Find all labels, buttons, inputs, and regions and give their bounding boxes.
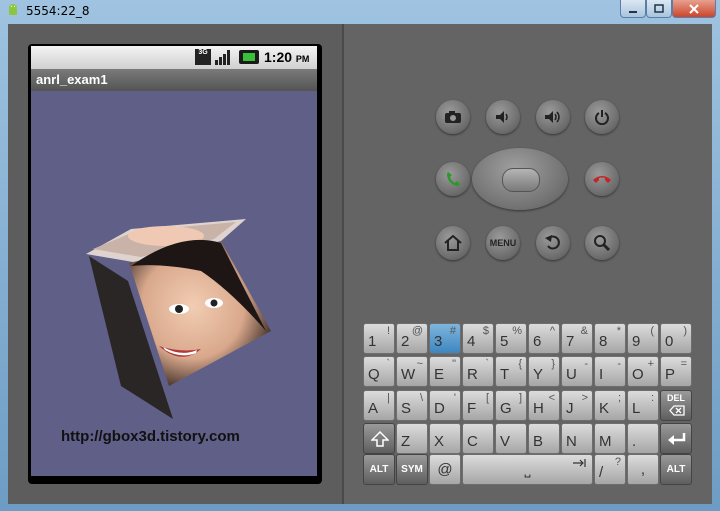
qwerty-keyboard: 1! 2 @ 3 # 4 $ 5% 6 ^ 7 & 8 * 9( 0) Q ` W ~ E " R… [356,296,695,485]
key-v[interactable]: V [495,423,527,454]
key-r[interactable]: R ` [462,356,494,387]
dpad[interactable] [472,148,568,210]
call-button[interactable] [436,162,470,196]
key-z[interactable]: Z [396,423,428,454]
volume-down-button[interactable] [486,100,520,134]
key-8[interactable]: 8 * [594,323,626,354]
home-icon [444,235,462,251]
app-title: anrl_exam1 [36,72,108,87]
volume-down-icon [496,111,508,123]
rotating-cube-image[interactable] [31,91,317,476]
key-9[interactable]: 9( [627,323,659,354]
minimize-button[interactable] [620,0,646,18]
key-c[interactable]: C [462,423,494,454]
key-shift[interactable] [363,423,395,454]
key-sym[interactable]: SYM [396,454,428,485]
key-6[interactable]: 6 ^ [528,323,560,354]
key-p[interactable]: P = [660,356,692,387]
key-space[interactable]: ⎵ [462,454,593,485]
key-e[interactable]: E " [429,356,461,387]
key-4[interactable]: 4 $ [462,323,494,354]
key-t[interactable]: T{ [495,356,527,387]
key-enter[interactable] [660,423,692,454]
back-icon [545,235,560,250]
key-s[interactable]: S \ [396,390,428,421]
menu-button[interactable]: MENU [486,226,520,260]
key-f[interactable]: F[ [462,390,494,421]
key-a[interactable]: A | [363,390,395,421]
status-bar[interactable]: 3G 1:20 PM [31,46,317,69]
key-slash[interactable]: /? [594,454,626,485]
key-g[interactable]: G] [495,390,527,421]
backspace-icon [669,405,685,416]
key-alt-left[interactable]: ALT [363,454,395,485]
key-i[interactable]: I- [594,356,626,387]
signal-icon [215,50,230,65]
app-title-bar: anrl_exam1 [31,69,317,91]
key-n[interactable]: N [561,423,593,454]
end-call-button[interactable] [585,162,619,196]
minimize-icon [629,10,637,13]
key-alt-right[interactable]: ALT [660,454,692,485]
maximize-button[interactable] [646,0,672,18]
key-u[interactable]: U- [561,356,593,387]
key-l[interactable]: L: [627,390,659,421]
volume-up-button[interactable] [536,100,570,134]
search-icon [594,235,611,252]
volume-up-icon [545,111,560,123]
key-d[interactable]: D ' [429,390,461,421]
key-comma[interactable]: , [627,454,659,485]
enter-icon [668,433,686,445]
power-icon [595,110,609,125]
shift-icon [371,430,389,447]
menu-label: MENU [489,238,517,248]
maximize-icon [654,3,664,13]
key-period[interactable]: . [627,423,659,454]
key-y[interactable]: Y} [528,356,560,387]
key-at[interactable]: @ [429,454,461,485]
network-3g-icon: 3G [195,49,211,65]
close-icon [689,3,699,14]
key-k[interactable]: K; [594,390,626,421]
key-0[interactable]: 0) [660,323,692,354]
key-b[interactable]: B [528,423,560,454]
android-icon [9,4,17,15]
battery-icon [239,50,259,64]
key-1[interactable]: 1! [363,323,395,354]
panel-divider [342,24,344,504]
search-button[interactable] [585,226,619,260]
tab-arrow-icon [573,459,586,467]
dpad-center-button[interactable] [502,168,540,192]
emulator-window: 5554:22_8 3G 1:20 PM anrl_exam1 http://g… [0,0,720,511]
key-2[interactable]: 2 @ [396,323,428,354]
key-7[interactable]: 7 & [561,323,593,354]
key-h[interactable]: H < [528,390,560,421]
key-w[interactable]: W ~ [396,356,428,387]
key-5[interactable]: 5% [495,323,527,354]
end-call-icon [593,176,611,183]
key-m[interactable]: M [594,423,626,454]
key-x[interactable]: X [429,423,461,454]
clock: 1:20 PM [264,49,310,65]
back-button[interactable] [536,226,570,260]
call-icon [447,172,460,186]
camera-icon [445,111,461,123]
key-j[interactable]: J > [561,390,593,421]
key-o[interactable]: O + [627,356,659,387]
close-button[interactable] [672,0,716,18]
home-button[interactable] [436,226,470,260]
window-title: 5554:22_8 [26,4,90,18]
power-button[interactable] [585,100,619,134]
key-del[interactable]: DEL [660,390,692,421]
title-bar[interactable]: 5554:22_8 [0,0,720,22]
key-3[interactable]: 3 # [429,323,461,354]
camera-button[interactable] [436,100,470,134]
url-label: http://gbox3d.tistory.com [61,428,240,445]
key-q[interactable]: Q ` [363,356,395,387]
phone-screen[interactable]: 3G 1:20 PM anrl_exam1 http://gbox3d.tist… [31,46,317,476]
